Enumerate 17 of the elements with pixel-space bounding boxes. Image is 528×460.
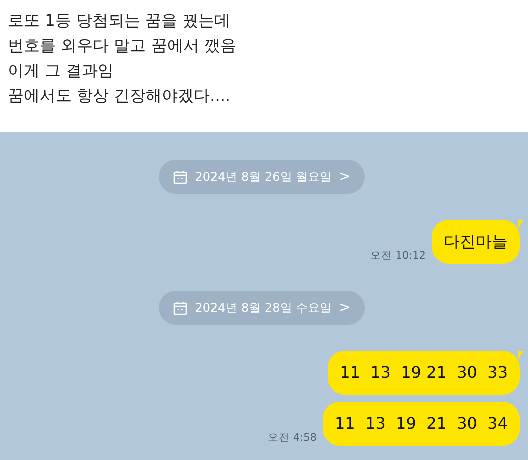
post-text-line: 이게 그 결과임 [8, 60, 114, 82]
post-text-line: 로또 1등 당첨되는 꿈을 꿨는데 [8, 10, 231, 32]
date-divider[interactable]: 2024년 8월 26일 월요일 > [159, 160, 365, 194]
message-bubble: 11 13 19 21 30 34 [322, 402, 520, 446]
date-label: 2024년 8월 28일 수요일 [195, 300, 332, 316]
date-label: 2024년 8월 26일 월요일 [195, 168, 332, 186]
chevron-icon: > [339, 300, 351, 316]
post-text-line: 번호를 외우다 말고 꿈에서 깼음 [8, 35, 236, 57]
post-text-line: 꿈에서도 항상 긴장해야겠다.... [8, 85, 231, 107]
message-time: 오전 4:58 [268, 431, 317, 445]
calendar-icon [173, 170, 188, 184]
message-bubble: 다진마늘 [432, 220, 520, 264]
message-time: 오전 10:12 [370, 249, 426, 263]
calendar-icon [173, 300, 188, 316]
message-bubble: 11 13 19 21 30 33 [328, 351, 520, 395]
chevron-icon: > [339, 169, 351, 185]
date-divider[interactable]: 2024년 8월 28일 수요일 > [159, 291, 365, 325]
